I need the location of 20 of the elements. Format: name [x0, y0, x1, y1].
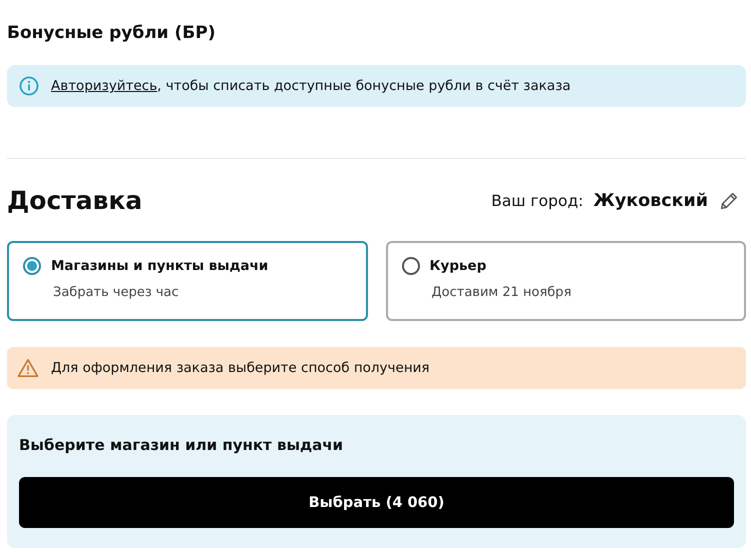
- pencil-icon[interactable]: [718, 190, 740, 212]
- delivery-option[interactable]: Магазины и пункты выдачи Забрать через час: [7, 241, 368, 321]
- option-label: Магазины и пункты выдачи: [51, 258, 268, 274]
- warning-icon: [17, 358, 39, 378]
- warning-message: Для оформления заказа выберите способ получения: [51, 360, 430, 376]
- city-name: Жуковский: [593, 191, 708, 211]
- login-link[interactable]: Авторизуйтесь: [51, 78, 158, 94]
- radio-button[interactable]: [402, 257, 420, 275]
- delivery-option[interactable]: Курьер Доставим 21 ноября: [386, 241, 746, 321]
- section-heading: Доставка: [7, 185, 142, 217]
- radio-button[interactable]: [23, 257, 41, 275]
- option-note: Доставим 21 ноября: [430, 285, 572, 300]
- choose-button[interactable]: Выбрать (4 060): [19, 477, 734, 528]
- section-heading: Бонусные рубли (БР): [7, 22, 216, 45]
- panel-heading: Выберите магазин или пункт выдачи: [19, 435, 344, 456]
- info-icon: [19, 76, 39, 96]
- option-note: Забрать через час: [52, 285, 180, 300]
- info-message: Авторизуйтесь, чтобы списать доступные бонусные рубли в счёт заказа: [51, 78, 571, 94]
- option-label: Курьер: [430, 258, 486, 274]
- city-label: Ваш город:: [491, 192, 584, 210]
